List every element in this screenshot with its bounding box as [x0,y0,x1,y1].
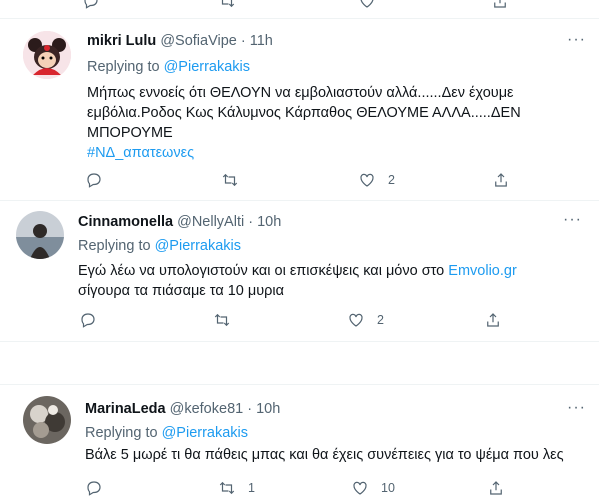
divider [0,341,599,342]
share-button[interactable] [492,171,510,189]
like-count: 2 [388,173,395,187]
like-button[interactable]: 2 [347,311,384,329]
timestamp[interactable]: · 11h [241,33,273,49]
action-bar: 2 [0,311,599,331]
retweet-button[interactable] [213,311,231,329]
tweet-header: MarinaLeda @kefoke81 · 10h [85,401,280,417]
share-icon [487,313,499,327]
share-icon [495,173,507,187]
like-count: 10 [381,481,395,495]
retweet-icon [222,173,238,187]
retweet-icon [214,313,230,327]
timestamp[interactable]: · 10h [247,401,280,417]
tweet-1[interactable]: mikri Lulu @SofiaVipe · 11h ··· Replying… [0,19,599,200]
mention-link[interactable]: @Pierrakakis [164,59,250,75]
mention-link[interactable]: @Pierrakakis [162,425,248,441]
action-bar: 2 [0,171,599,191]
avatar-image [23,396,71,444]
like-icon [349,313,363,327]
tweet-text-line: ΜΠΟΡΟΥΜΕ [87,125,173,141]
tweet-text-line: σίγουρα τα πιάσαμε τα 10 μυρια [78,283,285,299]
display-name[interactable]: MarinaLeda [85,401,166,417]
share-icon [490,481,502,495]
replying-to-label: Replying to [85,425,162,441]
top-share-button[interactable] [491,0,509,10]
replying-to: Replying to @Pierrakakis [78,238,241,254]
retweet-count: 1 [248,481,255,495]
retweet-button[interactable] [221,171,239,189]
replying-to-label: Replying to [87,59,164,75]
top-reply-button[interactable] [82,0,100,10]
share-button[interactable] [484,311,502,329]
share-icon [494,0,506,8]
display-name[interactable]: mikri Lulu [87,33,156,49]
mention-link[interactable]: @Pierrakakis [155,238,241,254]
reply-icon [81,313,95,328]
user-handle[interactable]: @SofiaVipe [160,33,237,49]
like-icon [360,0,374,8]
tweet-text: Εγώ λέω να υπολογιστούν και οι επισκέψει… [78,261,593,301]
top-retweet-button[interactable] [218,0,236,10]
tweet-text-line: Εγώ λέω να υπολογιστούν και οι επισκέψει… [78,261,593,281]
replying-to: Replying to @Pierrakakis [87,59,250,75]
tweet-text-line: εμβόλια.Ροδος Κως Κάλυμνος Κάρπαθος ΘΕΛΟ… [87,105,521,121]
top-action-bar [0,0,599,20]
replying-to: Replying to @Pierrakakis [85,425,248,441]
user-handle[interactable]: @NellyAlti [177,214,244,230]
action-bar: 1 10 [0,479,599,499]
avatar-image [23,31,71,79]
like-icon [360,173,374,187]
tweet-text-line: Μήπως εννοείς ότι ΘΕΛΟΥΝ να εμβολιαστούν… [87,85,514,101]
like-button[interactable]: 10 [351,479,395,497]
reply-icon [87,481,101,496]
retweet-icon [221,0,235,8]
tweet-text: Μήπως εννοείς ότι ΘΕΛΟΥΝ να εμβολιαστούν… [87,83,592,163]
retweet-icon [219,481,235,495]
tweet-header: mikri Lulu @SofiaVipe · 11h [87,33,273,49]
timestamp[interactable]: · 10h [248,214,281,230]
display-name[interactable]: Cinnamonella [78,214,173,230]
tweet-2[interactable]: Cinnamonella @NellyAlti · 10h ··· Replyi… [0,201,599,341]
tweet-3[interactable]: MarinaLeda @kefoke81 · 10h ··· Replying … [0,385,599,496]
reply-button[interactable] [85,479,103,497]
reply-button[interactable] [85,171,103,189]
tweet-text: Βάλε 5 μωρέ τι θα πάθεις μπας και θα έχε… [85,445,595,465]
reply-button[interactable] [79,311,97,329]
more-options-button[interactable]: ··· [567,399,586,417]
more-options-button[interactable]: ··· [563,211,582,229]
like-button[interactable]: 2 [358,171,395,189]
tweet-text-segment: Εγώ λέω να υπολογιστούν και οι επισκέψει… [78,263,449,279]
avatar[interactable] [16,211,64,259]
reply-icon [87,173,101,188]
website-link[interactable]: Emvolio.gr [448,263,517,279]
share-button[interactable] [487,479,505,497]
avatar[interactable] [23,396,71,444]
tweet-text-line: Βάλε 5 μωρέ τι θα πάθεις μπας και θα έχε… [85,447,564,463]
tweet-header: Cinnamonella @NellyAlti · 10h [78,214,281,230]
top-like-button[interactable] [358,0,376,10]
reply-icon [84,0,98,9]
retweet-button[interactable]: 1 [218,479,255,497]
like-count: 2 [377,313,384,327]
avatar[interactable] [23,31,71,79]
more-options-button[interactable]: ··· [567,31,586,49]
user-handle[interactable]: @kefoke81 [170,401,244,417]
replying-to-label: Replying to [78,238,155,254]
avatar-image [16,211,64,259]
like-icon [353,481,367,495]
hashtag-link[interactable]: #ΝΔ_απατεωνες [87,143,592,163]
